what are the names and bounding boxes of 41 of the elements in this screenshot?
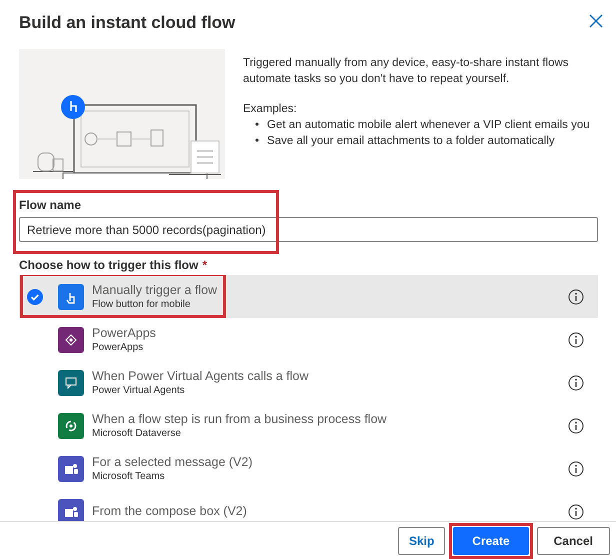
trigger-option[interactable]: PowerApps PowerApps [19, 318, 598, 362]
bullet-mark: • [255, 134, 260, 150]
flow-name-field[interactable]: Retrieve more than 5000 records(pagination) [19, 217, 598, 242]
trigger-subtitle: Microsoft Dataverse [92, 426, 182, 440]
trigger-title: For a selected message (V2) [92, 454, 254, 470]
trigger-option[interactable]: Manually trigger a flow Flow button for mobile [19, 275, 598, 318]
trigger-option[interactable]: When a flow step is run from a business process flow Microsoft Dataverse [19, 404, 598, 448]
description-text: Triggered manually from any device, easy-to-share instant flows automate tasks so you don't have to repeat yourself. [243, 56, 570, 88]
field-label: Flow name [19, 198, 82, 212]
section-label: Choose how to trigger this flow [19, 258, 198, 272]
trigger-title: From the compose box (V2) [92, 504, 248, 520]
diamond-icon [63, 332, 79, 348]
chat-icon [63, 374, 79, 391]
checkmark-icon [27, 288, 43, 305]
trigger-subtitle: Microsoft Teams [92, 470, 166, 483]
info-icon[interactable] [568, 374, 584, 391]
trigger-title: When a flow step is run from a business process flow [92, 412, 388, 427]
info-icon[interactable] [568, 504, 584, 520]
trigger-option[interactable]: When Power Virtual Agents calls a flow Power Virtual Agents [19, 361, 598, 404]
example-item: Save all your email attachments to a folder automatically [267, 134, 555, 150]
example-item: Get an automatic mobile alert whenever a VIP client emails you [267, 118, 590, 134]
info-icon[interactable] [568, 418, 584, 434]
trigger-title: Manually trigger a flow [92, 282, 218, 298]
trigger-subtitle: Power Virtual Agents [92, 384, 186, 397]
required-mark: * [202, 258, 207, 272]
close-icon [589, 14, 603, 28]
info-icon[interactable] [568, 460, 584, 477]
dialog-button[interactable]: Create [453, 527, 529, 555]
trigger-option[interactable]: For a selected message (V2) Microsoft Teams [19, 447, 598, 490]
trigger-option[interactable]: From the compose box (V2) [19, 490, 598, 521]
info-icon[interactable] [568, 332, 584, 348]
dialog-title: Build an instant cloud flow [19, 12, 236, 33]
examples-label: Examples: [243, 102, 298, 118]
dialog-button[interactable]: Cancel [536, 527, 610, 555]
trigger-title: When Power Virtual Agents calls a flow [92, 368, 310, 384]
trigger-subtitle: PowerApps [92, 340, 144, 354]
info-icon[interactable] [568, 288, 584, 305]
trigger-subtitle: Flow button for mobile [92, 298, 192, 311]
bullet-mark: • [255, 118, 260, 134]
trigger-title: PowerApps [92, 326, 157, 341]
dialog-button[interactable]: Skip [398, 527, 446, 555]
